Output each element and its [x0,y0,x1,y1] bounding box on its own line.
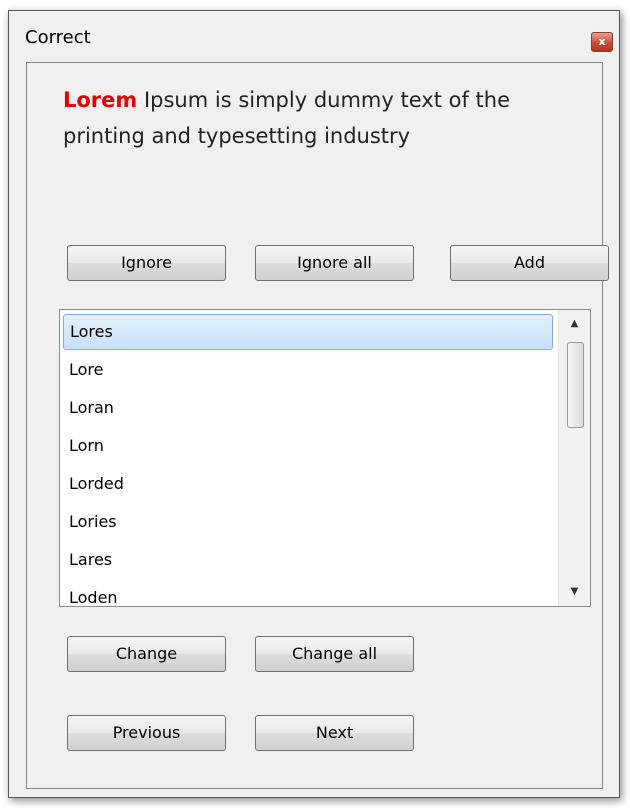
list-item-selected[interactable]: Lores [63,314,553,350]
title-bar[interactable]: Correct x [9,11,619,59]
list-item[interactable]: Lorn [63,428,553,464]
scroll-down-arrow-icon[interactable]: ▼ [559,578,590,606]
vertical-scrollbar[interactable]: ▲ ▼ [558,310,590,606]
ignore-button[interactable]: Ignore [67,245,226,281]
list-item[interactable]: Loran [63,390,553,426]
add-button[interactable]: Add [450,245,609,281]
list-item[interactable]: Lorded [63,466,553,502]
list-item[interactable]: Lories [63,504,553,540]
close-button[interactable]: x [591,32,613,52]
close-icon: x [598,35,606,48]
suggestions-list[interactable]: Lores Lore Loran Lorn Lorded Lories Lare… [59,309,591,607]
list-item[interactable]: Loden [63,580,553,606]
context-message: Lorem Ipsum is simply dummy text of the … [63,82,543,154]
dialog-content: Lorem Ipsum is simply dummy text of the … [26,62,609,789]
scroll-thumb[interactable] [567,342,584,428]
scroll-up-arrow-icon[interactable]: ▲ [559,310,590,338]
next-button[interactable]: Next [255,715,414,751]
correct-dialog: Correct x Lorem Ipsum is simply dummy te… [8,10,620,798]
ignore-all-button[interactable]: Ignore all [255,245,414,281]
change-all-button[interactable]: Change all [255,636,414,672]
list-item[interactable]: Lore [63,352,553,388]
window-title: Correct [25,27,91,48]
change-button[interactable]: Change [67,636,226,672]
misspelled-word: Lorem [63,88,138,112]
previous-button[interactable]: Previous [67,715,226,751]
list-item[interactable]: Lares [63,542,553,578]
